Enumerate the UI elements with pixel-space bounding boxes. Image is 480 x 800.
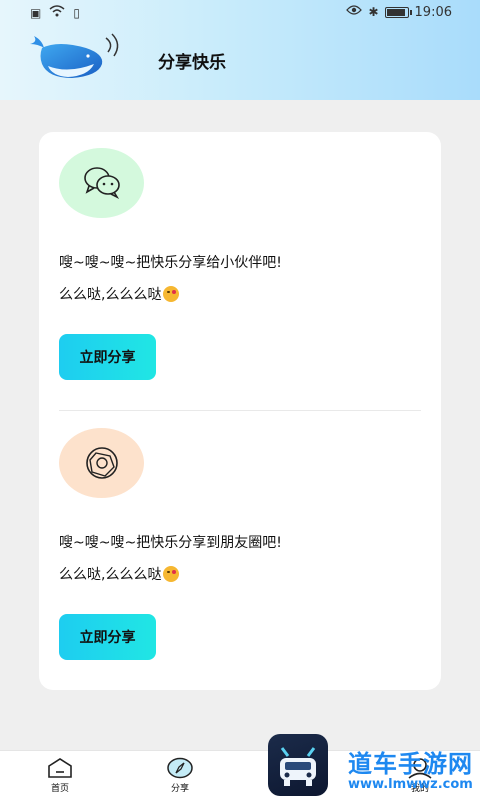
wifi-icon (49, 5, 65, 21)
kiss-emoji-icon (163, 286, 180, 302)
share-moments-subtext: 么么哒,么么么哒 (59, 564, 180, 584)
sim-icon: ▯ (73, 6, 80, 20)
page-title: 分享快乐 (158, 53, 226, 73)
tab-home-label: 首页 (50, 784, 69, 794)
divider (59, 410, 421, 411)
share-friends-subtext: 么么哒,么么么哒 (59, 284, 180, 304)
bluetooth-icon: ✱ (368, 5, 379, 19)
share-moments-section: 嗖~嗖~嗖~把快乐分享到朋友圈吧! 么么哒,么么么哒 立即分享 (39, 412, 441, 682)
status-time: 19:06 (414, 4, 452, 20)
wechat-icon-circle (59, 148, 144, 218)
watermark-url: www.lmwwz.com (348, 777, 473, 792)
wechat-icon (84, 167, 120, 199)
battery-icon (384, 6, 412, 18)
status-bar: ▣ ▯ ✱ 19:06 (0, 0, 480, 26)
eye-icon (346, 4, 363, 20)
tab-share[interactable]: 分享 (150, 757, 210, 799)
moments-icon (86, 447, 118, 479)
moments-icon-circle (59, 428, 144, 498)
tab-home[interactable]: 首页 (30, 757, 90, 799)
share-friends-button[interactable]: 立即分享 (59, 334, 156, 380)
alert-icon: ▣ (30, 6, 42, 20)
watermark-text: 道车手游网 (348, 750, 473, 778)
compass-icon (167, 757, 193, 779)
home-icon (48, 758, 72, 778)
header: ▣ ▯ ✱ 19:06 分享快乐 (0, 0, 480, 100)
share-moments-button[interactable]: 立即分享 (59, 614, 156, 660)
kiss-emoji-icon (163, 566, 180, 582)
whale-logo-icon (30, 33, 119, 78)
share-friends-section: 嗖~嗖~嗖~把快乐分享给小伙伴吧! 么么哒,么么么哒 立即分享 (39, 132, 441, 402)
share-card: 嗖~嗖~嗖~把快乐分享给小伙伴吧! 么么哒,么么么哒 立即分享 嗖~嗖~嗖~把快… (39, 132, 441, 690)
watermark-app-icon (268, 734, 328, 796)
tab-share-label: 分享 (170, 784, 189, 794)
site-watermark: 道车手游网 www.lmwwz.com (268, 732, 480, 800)
share-moments-text: 嗖~嗖~嗖~把快乐分享到朋友圈吧! (59, 535, 282, 551)
share-friends-text: 嗖~嗖~嗖~把快乐分享给小伙伴吧! (59, 255, 282, 271)
